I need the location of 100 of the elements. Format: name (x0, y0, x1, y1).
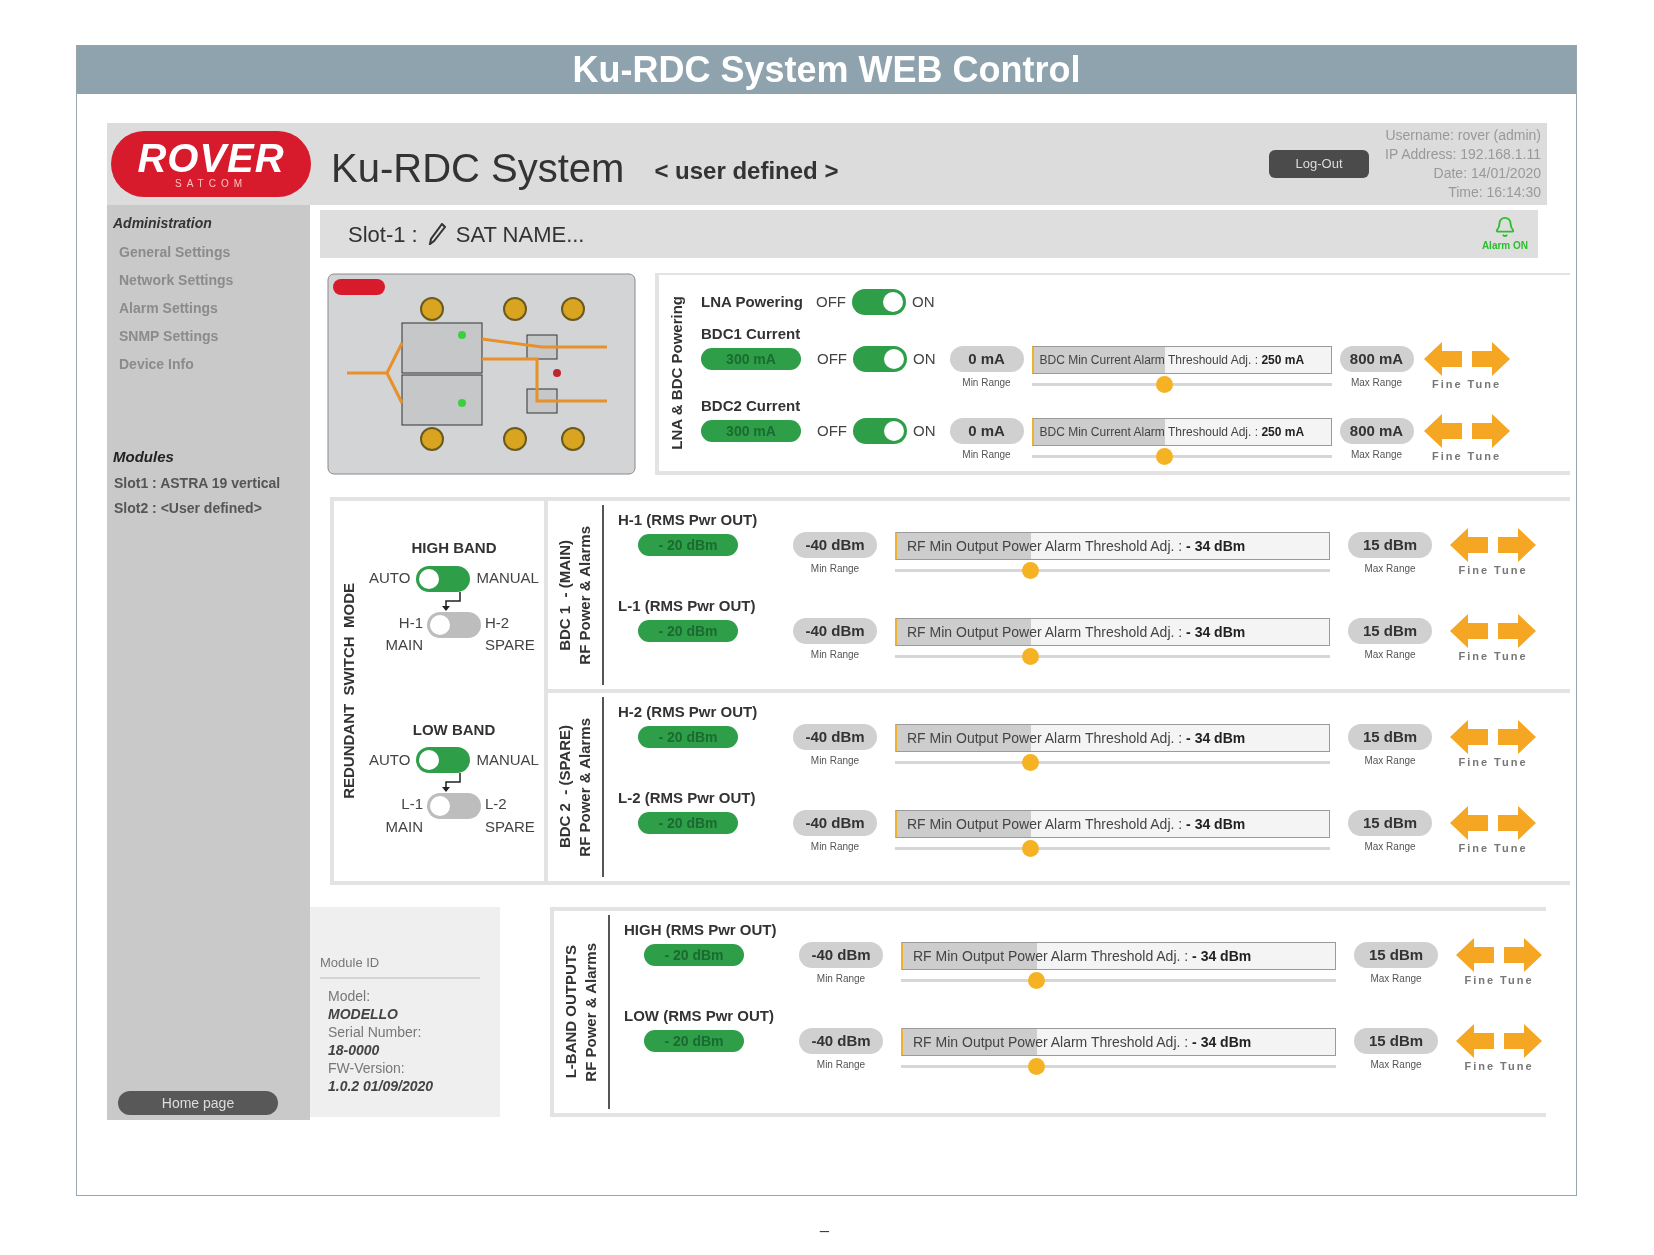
left-arrow-icon[interactable] (1423, 342, 1462, 376)
max-range-caption: Max Range (1370, 1058, 1422, 1072)
fine-tune-label: Fine Tune (1458, 841, 1528, 856)
user-info-line: Time: 16:14:30 (1448, 183, 1541, 202)
slider-track[interactable] (901, 1058, 1336, 1075)
min-range-pill: -40 dBm (799, 942, 883, 968)
threshold-text: RF Min Output Power Alarm Threshold Adj. : - 34 dBm (907, 536, 1246, 556)
module-slot-item[interactable]: Slot1 : ASTRA 19 vertical (114, 472, 310, 494)
section-heading: Modules (113, 447, 175, 467)
group-title: BDC 1 - (MAIN) (556, 539, 574, 651)
max-range-pill: 15 dBm (1348, 724, 1432, 750)
slider-thumb[interactable] (1027, 972, 1045, 989)
left-arrow-icon[interactable] (1423, 414, 1462, 448)
right-arrow-icon[interactable] (1498, 614, 1536, 648)
toggle-switch[interactable] (427, 793, 481, 819)
module-id-title: Module ID (320, 953, 480, 979)
slider-track[interactable] (1031, 376, 1332, 393)
right-arrow-icon[interactable] (1498, 806, 1536, 840)
user-info-line: Date: 14/01/2020 (1433, 164, 1541, 183)
min-range-caption: Min Range (810, 754, 860, 768)
on-label: ON (913, 348, 936, 369)
max-range-caption: Max Range (1364, 754, 1416, 768)
row-label: L-2 (RMS Pwr OUT) (618, 789, 757, 807)
row-label: L-1 (RMS Pwr OUT) (618, 597, 757, 615)
slider-thumb[interactable] (1021, 754, 1039, 771)
threshold-text: RF Min Output Power Alarm Threshold Adj. : - 34 dBm (913, 946, 1252, 966)
left-arrow-icon[interactable] (1450, 806, 1488, 840)
toggle-switch[interactable] (852, 289, 906, 315)
slider-track[interactable] (901, 972, 1336, 989)
field-label: FW-Version: (328, 1058, 406, 1077)
alarm-bell-icon[interactable] (1493, 215, 1516, 238)
min-range-pill: 0 mA (949, 418, 1024, 444)
min-range-caption: Min Range (810, 648, 860, 662)
slider-thumb[interactable] (1155, 376, 1173, 393)
max-range-caption: Max Range (1370, 972, 1422, 986)
left-arrow-icon[interactable] (1450, 720, 1488, 754)
slider-thumb[interactable] (1155, 448, 1173, 465)
max-range-caption: Max Range (1364, 648, 1416, 662)
right-arrow-icon[interactable] (1504, 938, 1542, 972)
logout-button[interactable]: Log-Out (1269, 150, 1370, 178)
system-name: Ku-RDC System (331, 145, 625, 192)
module-slot-item[interactable]: Slot2 : <User defined> (114, 497, 310, 519)
slider-thumb[interactable] (1021, 562, 1039, 579)
field-value: 1.0.2 01/09/2020 (328, 1076, 435, 1095)
alarm-status: Alarm ON (1481, 238, 1528, 253)
fine-tune-label: Fine Tune (1458, 755, 1528, 770)
slider-track[interactable] (895, 648, 1330, 665)
slider-track[interactable] (895, 754, 1330, 771)
slider-track[interactable] (895, 840, 1330, 857)
manual-label: MANUAL (476, 749, 539, 770)
on-label: ON (913, 420, 936, 441)
connector-arrow-icon (440, 591, 464, 612)
min-range-pill: -40 dBm (793, 810, 877, 836)
home-page-button[interactable]: Home page (118, 1091, 278, 1115)
max-range-pill: 15 dBm (1348, 618, 1432, 644)
min-range-caption: Min Range (962, 376, 1011, 390)
right-arrow-icon[interactable] (1471, 342, 1510, 376)
max-range-caption: Max Range (1350, 448, 1403, 462)
row-label: HIGH (RMS Pwr OUT) (624, 921, 778, 939)
left-arrow-icon[interactable] (1450, 528, 1488, 562)
min-range-caption: Min Range (962, 448, 1011, 462)
left-arrow-icon[interactable] (1456, 938, 1494, 972)
toggle-switch[interactable] (427, 611, 481, 638)
right-arrow-icon[interactable] (1471, 414, 1510, 448)
manual-label: MANUAL (476, 568, 539, 589)
slider-track[interactable] (895, 562, 1330, 579)
max-range-pill: 800 mA (1339, 346, 1414, 372)
slider-thumb[interactable] (1021, 840, 1039, 857)
right-arrow-icon[interactable] (1498, 528, 1536, 562)
fine-tune-label: Fine Tune (1431, 449, 1502, 464)
left-arrow-icon[interactable] (1456, 1024, 1494, 1058)
right-arrow-icon[interactable] (1504, 1024, 1542, 1058)
left-arrow-icon[interactable] (1450, 614, 1488, 648)
slider-track[interactable] (1031, 448, 1332, 465)
row-label: H-1 (RMS Pwr OUT) (618, 511, 759, 529)
max-range-pill: 15 dBm (1348, 532, 1432, 558)
slider-thumb[interactable] (1027, 1058, 1045, 1075)
on-label: ON (912, 291, 935, 312)
row-label: LOW (RMS Pwr OUT) (624, 1007, 775, 1025)
field-label: Model: (328, 986, 372, 1005)
field-label: Serial Number: (328, 1022, 423, 1041)
min-range-caption: Min Range (810, 840, 860, 854)
slider-thumb[interactable] (1021, 648, 1039, 665)
connector-arrow-icon (440, 773, 464, 793)
threshold-text: RF Min Output Power Alarm Threshold Adj. : - 34 dBm (907, 814, 1246, 834)
field-value: 18-0000 (328, 1040, 381, 1059)
right-arrow-icon[interactable] (1498, 720, 1536, 754)
toggle-switch[interactable] (853, 418, 907, 444)
row-label: BDC1 Current (701, 325, 802, 343)
toggle-switch[interactable] (416, 565, 471, 592)
toggle-switch[interactable] (853, 346, 907, 372)
select-right-label: H-2 (485, 612, 510, 633)
satellite-name[interactable]: SAT NAME... (455, 217, 585, 251)
pencil-icon[interactable] (427, 223, 446, 245)
fine-tune-label: Fine Tune (1431, 377, 1502, 392)
auto-label: AUTO (369, 749, 411, 770)
select-left-caption: MAIN (385, 816, 423, 837)
min-range-pill: -40 dBm (799, 1028, 883, 1054)
toggle-switch[interactable] (416, 747, 471, 773)
off-label: OFF (816, 291, 846, 312)
